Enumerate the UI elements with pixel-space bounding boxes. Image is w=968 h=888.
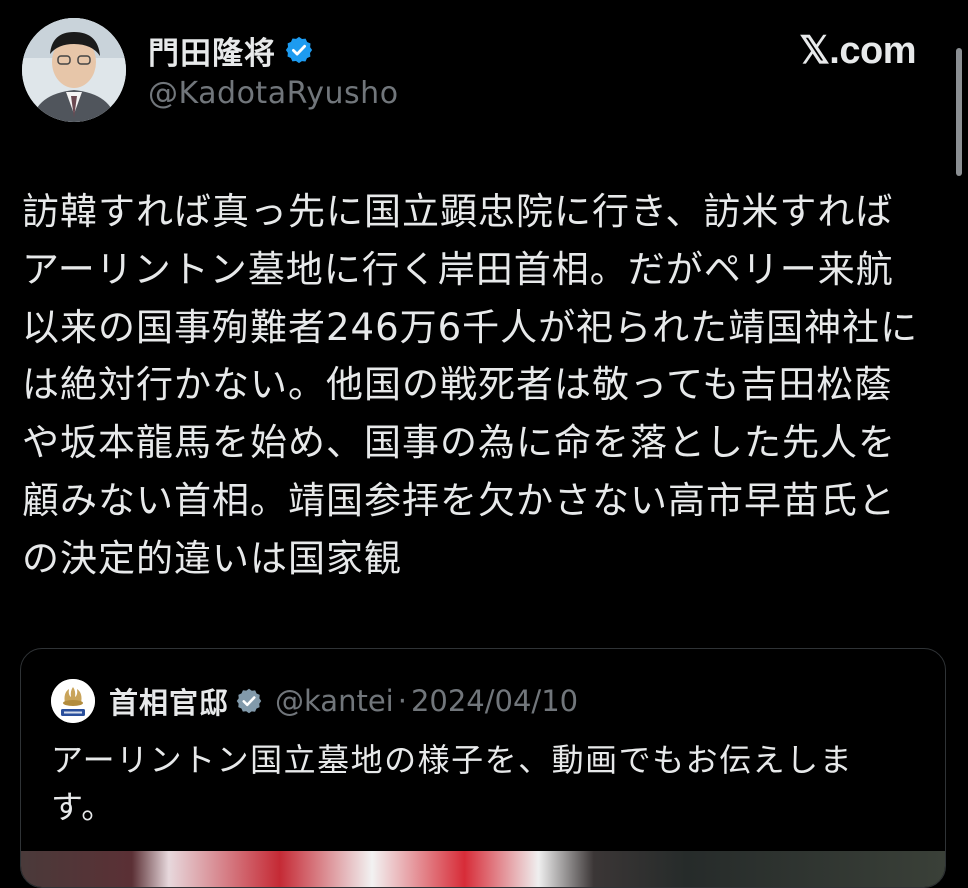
author-name-row: 門田隆将 (148, 26, 314, 74)
post-text: 訪韓すれば真っ先に国立顕忠院に行き、訪米すればアーリントン墓地に行く岸田首相。だ… (22, 190, 919, 580)
separator-dot: · (397, 684, 407, 718)
quoted-author-handle[interactable]: @kantei (275, 684, 394, 718)
author-display-name[interactable]: 門田隆将 (148, 28, 276, 73)
quoted-post-card[interactable]: 首相官邸 @kantei · 2024/04/10 アーリントン国立墓地の様子を… (20, 648, 946, 888)
quoted-post-header: 首相官邸 @kantei · 2024/04/10 (51, 679, 578, 723)
author-avatar[interactable] (22, 18, 126, 122)
quoted-post-date[interactable]: 2024/04/10 (411, 684, 578, 718)
scrollbar[interactable] (956, 48, 962, 176)
verified-badge-icon (284, 35, 314, 65)
kantei-logo[interactable] (51, 679, 95, 723)
quoted-author-display-name[interactable]: 首相官邸 (109, 680, 229, 722)
x-logo[interactable]: 𝕏.com (799, 28, 916, 73)
author-handle[interactable]: @KadotaRyusho (148, 76, 399, 111)
quoted-post-media[interactable] (21, 851, 945, 887)
quoted-post-text: アーリントン国立墓地の様子を、動画でもお伝えします。 (51, 741, 854, 826)
verified-badge-icon (235, 687, 263, 715)
